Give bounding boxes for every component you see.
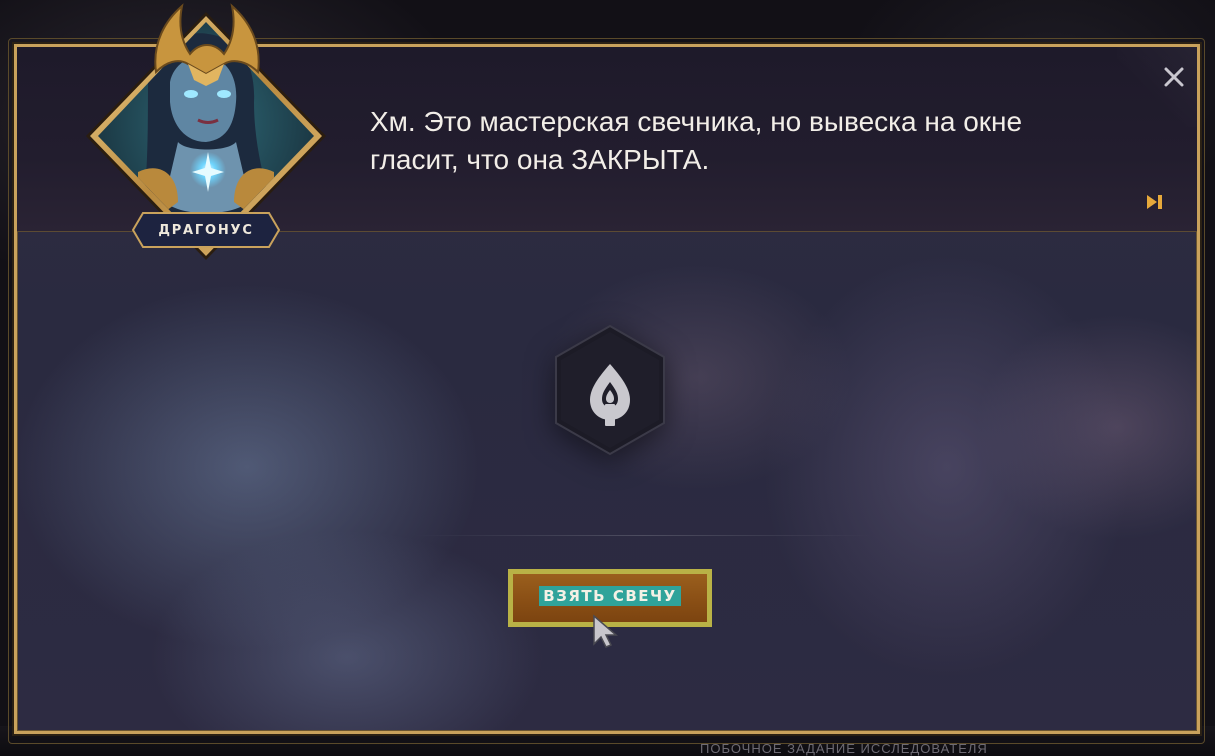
content-divider: [413, 535, 873, 536]
skip-button[interactable]: [1143, 190, 1167, 214]
candle-item-badge: [552, 324, 668, 456]
game-screen: ПОБОЧНОЕ ЗАДАНИЕ ИССЛЕДОВАТЕЛЯ Хм. Это м…: [0, 0, 1215, 756]
mouse-cursor-icon: [593, 614, 619, 648]
skip-forward-icon: [1147, 195, 1162, 209]
speaker-name: ДРАГОНУС: [158, 222, 254, 238]
close-button[interactable]: [1159, 62, 1189, 92]
close-icon: [1164, 67, 1184, 87]
take-candle-button-label: ВЗЯТЬ СВЕЧУ: [539, 586, 681, 606]
dialog-text: Хм. Это мастерская свечника, но вывеска …: [370, 106, 1023, 175]
